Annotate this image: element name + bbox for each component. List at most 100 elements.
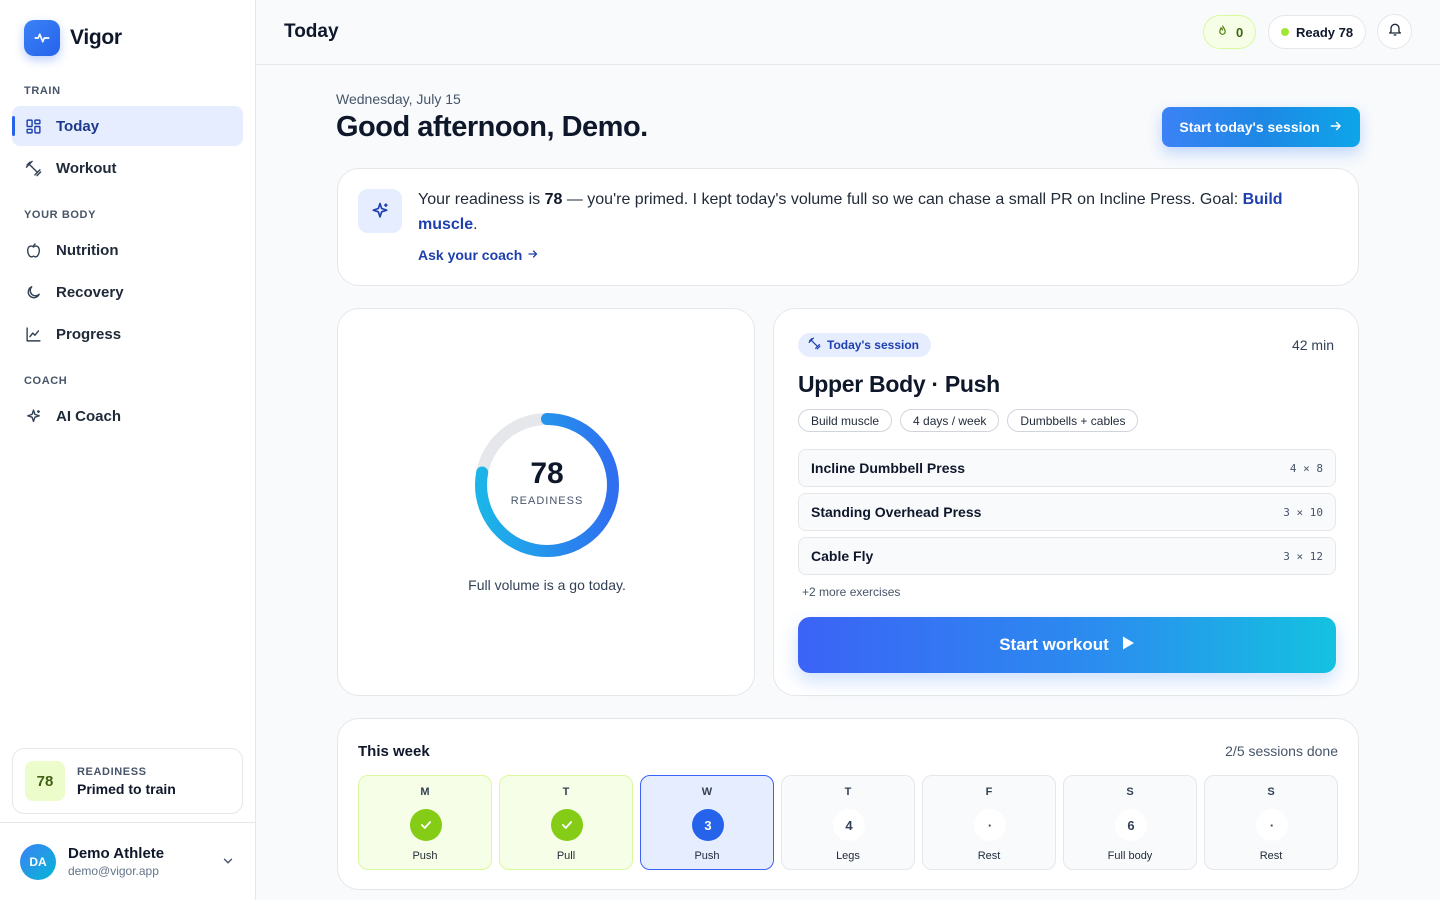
user-name: Demo Athlete: [68, 845, 165, 862]
day-label: Pull: [556, 850, 576, 862]
exercise-name: Cable Fly: [811, 548, 874, 564]
readiness-summary-title: READINESS: [77, 765, 147, 778]
sidebar-item-recovery[interactable]: Recovery: [12, 272, 243, 312]
day-label: Rest: [1259, 850, 1283, 862]
chevron-down-icon[interactable]: [221, 854, 235, 873]
readiness-label: READINESS: [510, 495, 584, 507]
moon-icon: [24, 283, 42, 301]
brand-name: Vigor: [70, 26, 122, 49]
coach-message-card: Your readiness is 78 — you're primed. I …: [337, 168, 1359, 286]
exercise-name: Incline Dumbbell Press: [811, 460, 966, 476]
day-tile[interactable]: W 3 Push: [640, 775, 774, 870]
week-days: M Push T Pull W 3 Push T 4 Legs F · Rest S 6 Full body S…: [358, 775, 1338, 870]
topbar: Today 0 Ready 78: [256, 0, 1440, 65]
day-label: Push: [412, 850, 438, 862]
sidebar-item-ai-coach[interactable]: AI Coach: [12, 396, 243, 436]
day-label: Full body: [1107, 850, 1153, 862]
exercise-sets: 3 × 10: [1283, 505, 1323, 519]
sidebar-item-label: Workout: [56, 159, 117, 177]
flame-icon: [1216, 24, 1229, 40]
day-letter: S: [1126, 786, 1134, 798]
readiness-ring: 78 READINESS: [471, 409, 623, 561]
day-marker: ·: [1256, 809, 1288, 841]
arrow-right-icon: [1329, 119, 1343, 136]
ask-coach-link[interactable]: Ask your coach: [418, 247, 539, 263]
pulse-icon: [24, 20, 60, 56]
streak-pill[interactable]: 0: [1203, 15, 1257, 49]
date-label: Wednesday, July 15: [336, 91, 461, 107]
ready-pill[interactable]: Ready 78: [1268, 15, 1367, 49]
chip-frequency: 4 days / week: [900, 409, 1000, 432]
session-duration: 42 min: [1291, 337, 1334, 353]
exercise-row[interactable]: Cable Fly 3 × 12: [798, 537, 1336, 575]
day-label: Legs: [836, 850, 860, 862]
sidebar-item-label: Progress: [56, 325, 122, 343]
apple-icon: [24, 241, 42, 259]
section-your-body: YOUR BODY: [24, 209, 97, 221]
play-icon: [1121, 635, 1135, 656]
section-coach: COACH: [24, 375, 68, 387]
section-train: TRAIN: [24, 85, 61, 97]
sidebar-item-label: AI Coach: [56, 407, 122, 425]
session-tag: Today's session: [798, 333, 931, 357]
user-menu[interactable]: DA Demo Athlete demo@vigor.app: [0, 822, 255, 900]
start-workout-button[interactable]: Start workout: [798, 617, 1336, 673]
more-exercises-label: +2 more exercises: [802, 585, 901, 599]
day-marker: 6: [1115, 809, 1147, 841]
avatar: DA: [20, 843, 56, 880]
sidebar-item-label: Today: [56, 117, 100, 135]
day-tile[interactable]: M Push: [358, 775, 492, 870]
day-tile[interactable]: S · Rest: [1204, 775, 1338, 870]
day-tile[interactable]: T 4 Legs: [781, 775, 915, 870]
sidebar-item-nutrition[interactable]: Nutrition: [12, 230, 243, 270]
sparkle-icon: [24, 407, 42, 425]
session-title: Upper Body · Push: [798, 371, 1000, 397]
week-title: This week: [358, 743, 430, 760]
day-marker: 4: [833, 809, 865, 841]
day-letter: T: [562, 786, 570, 798]
brand[interactable]: Vigor: [24, 20, 122, 56]
day-letter: M: [420, 786, 430, 798]
status-dot-icon: [1281, 28, 1289, 36]
page-title: Today: [284, 21, 339, 42]
dumbbell-icon: [808, 337, 821, 353]
exercise-row[interactable]: Incline Dumbbell Press 4 × 8: [798, 449, 1336, 487]
day-tile[interactable]: F · Rest: [922, 775, 1056, 870]
sparkle-icon: [358, 189, 402, 233]
chart-line-icon: [24, 325, 42, 343]
grid-icon: [24, 117, 42, 135]
check-icon: [410, 809, 442, 841]
readiness-score: 78: [530, 457, 564, 490]
sidebar-item-progress[interactable]: Progress: [12, 314, 243, 354]
bell-icon: [1387, 21, 1403, 42]
day-label: Rest: [977, 850, 1001, 862]
dumbbell-icon: [24, 159, 42, 177]
day-letter: S: [1267, 786, 1275, 798]
notifications-button[interactable]: [1377, 14, 1412, 49]
day-tile[interactable]: S 6 Full body: [1063, 775, 1197, 870]
ready-label: Ready 78: [1296, 24, 1354, 40]
start-session-button[interactable]: Start today's session: [1162, 107, 1360, 147]
coach-message: Your readiness is 78 — you're primed. I …: [418, 187, 1318, 237]
arrow-right-icon: [527, 247, 539, 263]
check-icon: [551, 809, 583, 841]
streak-count: 0: [1236, 24, 1244, 40]
session-chips: Build muscle 4 days / week Dumbbells + c…: [798, 409, 1139, 432]
readiness-card: 78 READINESS Full volume is a go today.: [337, 308, 755, 696]
day-marker: 3: [692, 809, 724, 841]
chip-goal: Build muscle: [798, 409, 893, 432]
readiness-score-badge: 78: [25, 761, 65, 801]
day-marker: ·: [974, 809, 1006, 841]
sidebar-item-label: Nutrition: [56, 241, 119, 259]
exercise-name: Standing Overhead Press: [811, 504, 982, 520]
day-tile[interactable]: T Pull: [499, 775, 633, 870]
sidebar-item-today[interactable]: Today: [12, 106, 243, 146]
sidebar-item-workout[interactable]: Workout: [12, 148, 243, 188]
user-email: demo@vigor.app: [68, 864, 159, 878]
ask-coach-label: Ask your coach: [418, 247, 523, 263]
week-summary: 2/5 sessions done: [1225, 743, 1338, 759]
coach-score: 78: [544, 191, 563, 208]
sidebar: Vigor TRAIN Today Workout YOUR BODY Nutr…: [0, 0, 256, 900]
exercise-row[interactable]: Standing Overhead Press 3 × 10: [798, 493, 1336, 531]
readiness-summary-card[interactable]: 78 READINESS Primed to train: [12, 748, 243, 814]
